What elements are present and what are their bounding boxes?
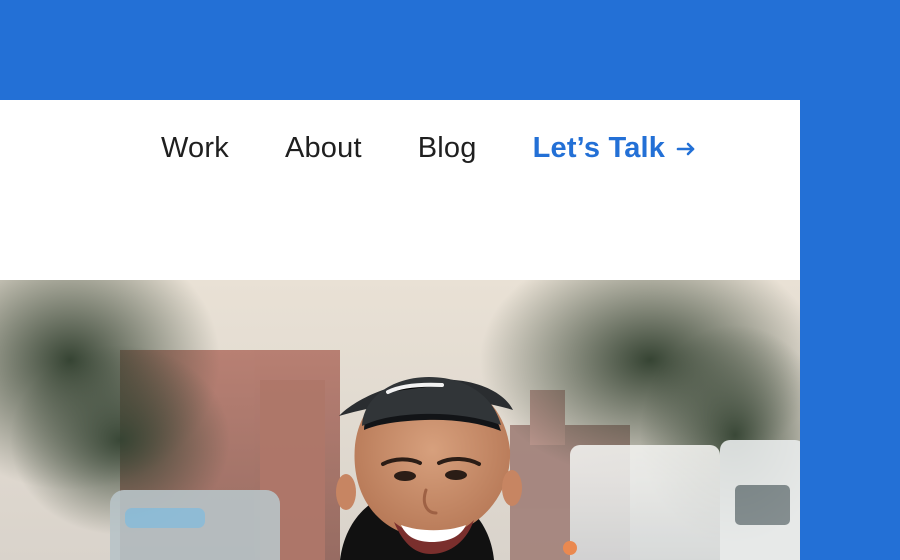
header-panel <box>0 100 800 280</box>
nav-item-blog[interactable]: Blog <box>418 132 477 165</box>
arrow-right-icon <box>675 137 699 161</box>
page: Work About Blog Let’s Talk <box>0 0 900 560</box>
hero-photo <box>0 280 800 560</box>
portrait-photo <box>0 280 800 560</box>
lets-talk-label: Let’s Talk <box>532 132 666 164</box>
main-nav: Work About Blog Let’s Talk <box>161 132 700 165</box>
nav-item-work[interactable]: Work <box>161 132 229 165</box>
nav-item-about[interactable]: About <box>285 132 362 165</box>
lets-talk-link[interactable]: Let’s Talk <box>532 132 700 165</box>
